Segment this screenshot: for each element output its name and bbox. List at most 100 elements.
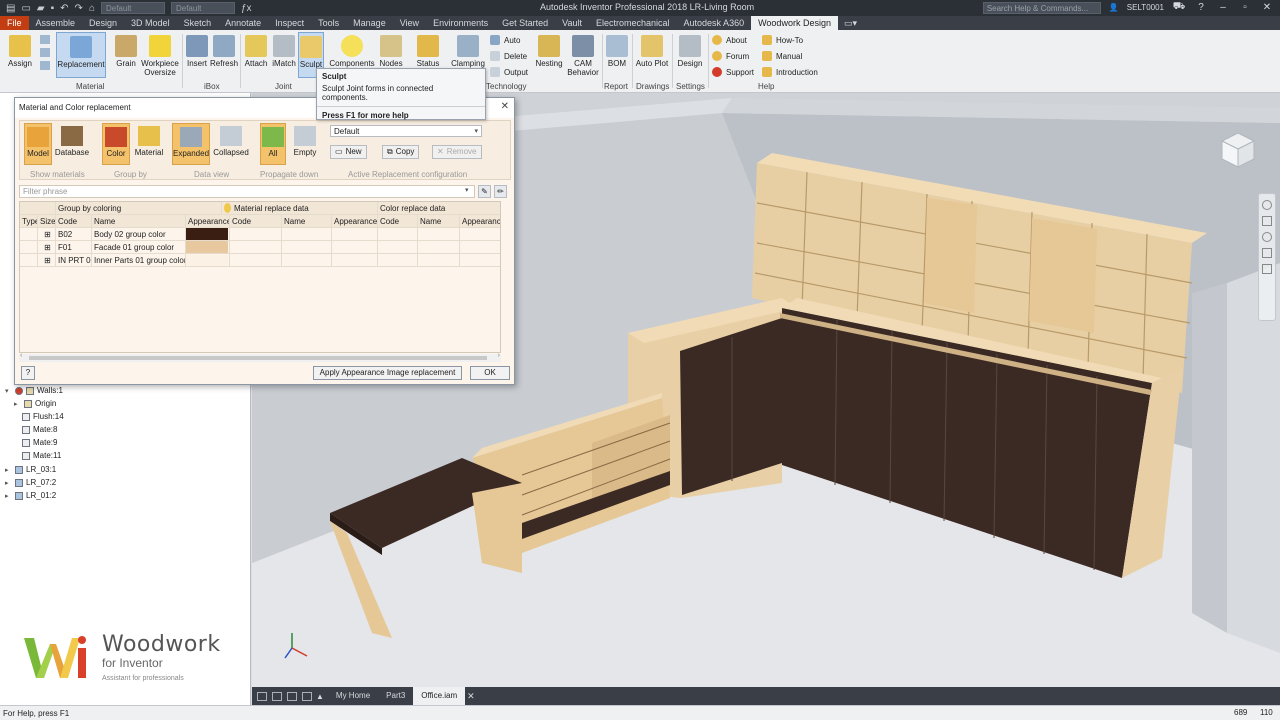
edit-icon[interactable]: ✏ [494,185,507,198]
match-material-icon[interactable] [40,48,50,57]
tree-item-flush[interactable]: Flush:14 [22,412,64,421]
column-size[interactable]: Size [38,215,56,228]
scrollbar-thumb[interactable] [29,356,487,360]
insert-button[interactable]: Insert [184,32,210,78]
scroll-right-icon[interactable]: › [498,352,500,359]
about-button[interactable]: About [712,35,747,45]
table-row-code[interactable]: IN PRT 01 [56,254,92,267]
table-row-code[interactable]: B02 [56,228,92,241]
imatch-button[interactable]: iMatch [270,32,298,78]
appearance-combo[interactable]: Default [170,2,235,14]
orbit-icon[interactable] [1262,248,1272,258]
tile-windows-icon[interactable] [257,691,267,701]
column-code[interactable]: Code [56,215,92,228]
tab-3d-model[interactable]: 3D Model [124,16,177,30]
table-cell[interactable] [418,254,460,267]
column-color-code[interactable]: Code [378,215,418,228]
redo-icon[interactable]: ↷ [75,3,83,14]
copy-material-icon[interactable] [40,35,50,44]
delete-button[interactable]: Delete [490,51,527,61]
cascade-windows-icon[interactable] [272,691,282,701]
tab-part3[interactable]: Part3 [378,687,413,705]
empty-button[interactable]: Empty [290,123,320,165]
material-button[interactable]: Material [132,123,166,165]
close-icon[interactable]: ✕ [1260,2,1274,13]
table-row-appearance[interactable] [186,254,230,267]
manual-button[interactable]: Manual [762,51,802,61]
tree-item-walls[interactable]: ▾ Walls:1 [5,386,63,395]
expand-icon[interactable]: ▸ [14,400,21,408]
design-settings-button[interactable]: Design [674,32,706,78]
tab-electromechanical[interactable]: Electromechanical [589,16,677,30]
introduction-button[interactable]: Introduction [762,67,818,77]
navigation-bar[interactable] [1258,193,1276,321]
auto-button[interactable]: Auto [490,35,520,45]
help-icon[interactable]: ? [1194,2,1208,13]
collapse-icon[interactable]: ▾ [5,387,12,395]
table-cell[interactable] [418,241,460,254]
how-to-button[interactable]: How-To [762,35,803,45]
column-color-name[interactable]: Name [418,215,460,228]
close-icon[interactable]: ✕ [501,101,509,112]
refresh-button[interactable]: Refresh [210,32,238,78]
search-input[interactable]: Search Help & Commands... [982,1,1101,14]
table-cell[interactable] [282,254,332,267]
table-cell[interactable] [460,228,500,241]
material-combo[interactable]: Default [100,2,165,14]
tab-get-started[interactable]: Get Started [495,16,555,30]
table-cell[interactable] [418,228,460,241]
replacement-button[interactable]: Replacement [56,32,106,78]
save-icon[interactable]: ▪ [51,3,55,14]
table-cell[interactable] [460,241,500,254]
table-cell[interactable] [378,241,418,254]
auto-plot-button[interactable]: Auto Plot [634,32,670,78]
table-row-name[interactable]: Facade 01 group color [92,241,186,254]
table-cell[interactable] [332,241,378,254]
column-name[interactable]: Name [92,215,186,228]
expand-icon[interactable]: ▸ [5,466,12,474]
cart-icon[interactable]: ⛟ [1172,1,1186,14]
formula-icon[interactable]: ƒx [241,3,252,14]
pick-color-icon[interactable]: ✎ [478,185,491,198]
expand-icon[interactable]: ▸ [5,479,12,487]
apply-appearance-button[interactable]: Apply Appearance Image replacement [313,366,462,380]
bom-button[interactable]: BOM [604,32,630,78]
tab-design[interactable]: Design [82,16,124,30]
table-row-name[interactable]: Body 02 group color [92,228,186,241]
tab-file[interactable]: File [0,16,29,30]
forum-button[interactable]: Forum [712,51,749,61]
tab-sketch[interactable]: Sketch [177,16,219,30]
tree-item-mate11[interactable]: Mate:11 [22,451,61,460]
table-row-appearance[interactable] [186,228,230,241]
tab-inspect[interactable]: Inspect [268,16,311,30]
steering-wheel-icon[interactable] [1262,200,1272,210]
look-at-icon[interactable] [1262,264,1272,274]
panel-toggle-icon[interactable]: ▭▾ [838,16,863,30]
viewcube[interactable] [1214,127,1262,175]
pan-icon[interactable] [1262,216,1272,226]
expand-row-icon[interactable]: ⊞ [38,241,56,254]
tree-item-lr01[interactable]: ▸ LR_01:2 [5,491,56,500]
cam-behavior-button[interactable]: CAM Behavior [566,32,600,82]
model-button[interactable]: Model [24,123,52,165]
ok-button[interactable]: OK [470,366,510,380]
tree-item-mate9[interactable]: Mate:9 [22,438,57,447]
tree-item-mate8[interactable]: Mate:8 [22,425,57,434]
minimize-icon[interactable]: – [1216,2,1230,13]
tab-annotate[interactable]: Annotate [218,16,268,30]
workpiece-oversize-button[interactable]: Workpiece Oversize [140,32,180,78]
column-material-name[interactable]: Name [282,215,332,228]
column-material-appearance[interactable]: Appearance [332,215,378,228]
tab-view[interactable]: View [393,16,426,30]
help-icon[interactable]: ? [21,366,35,380]
tab-manage[interactable]: Manage [346,16,393,30]
table-cell[interactable] [378,228,418,241]
tab-autodesk-a360[interactable]: Autodesk A360 [677,16,752,30]
open-icon[interactable]: ▰ [37,3,45,14]
user-name[interactable]: SELT0001 [1127,3,1164,12]
table-cell[interactable] [460,254,500,267]
close-tab-icon[interactable]: ✕ [467,691,475,702]
tab-vault[interactable]: Vault [555,16,589,30]
tree-item-origin[interactable]: ▸ Origin [14,399,56,408]
restore-icon[interactable]: ▫ [1238,2,1252,13]
